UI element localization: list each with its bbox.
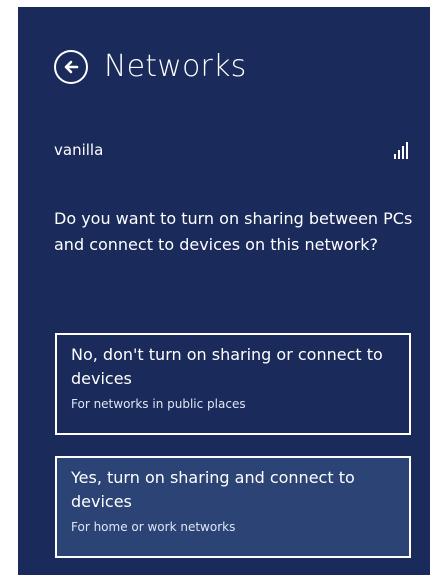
network-row[interactable]: vanilla (54, 135, 414, 165)
networks-panel: Networks vanilla Do you want to turn on … (18, 7, 430, 575)
page-title: Networks (104, 49, 247, 84)
network-name: vanilla (54, 141, 104, 159)
sharing-question: Do you want to turn on sharing between P… (54, 209, 413, 254)
option-title: Yes, turn on sharing and connect to devi… (71, 468, 355, 511)
signal-strength-icon (394, 141, 408, 159)
option-subtitle: For home or work networks (71, 520, 236, 534)
no-sharing-option-button[interactable]: No, don't turn on sharing or connect to … (55, 333, 411, 435)
yes-sharing-option-button[interactable]: Yes, turn on sharing and connect to devi… (55, 456, 411, 558)
option-subtitle: For networks in public places (71, 397, 246, 411)
back-arrow-icon (64, 60, 79, 74)
back-button[interactable] (54, 50, 88, 84)
option-title: No, don't turn on sharing or connect to … (71, 345, 383, 388)
header: Networks (54, 47, 247, 87)
